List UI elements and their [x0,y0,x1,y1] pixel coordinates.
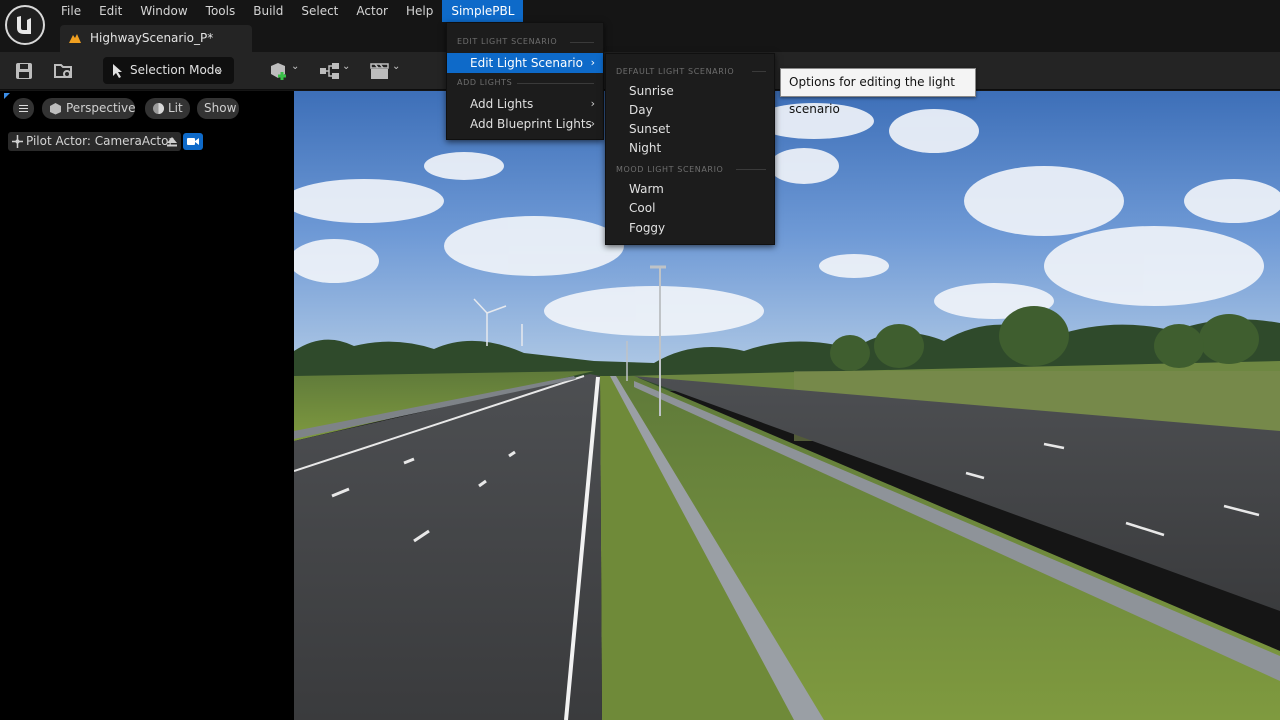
add-actor-icon[interactable] [268,61,290,81]
add-blueprint-lights-label: Add Blueprint Lights [470,117,592,131]
menu-select[interactable]: Select [292,0,347,22]
submenu-item-cool[interactable]: Cool [606,199,774,218]
eject-icon[interactable] [163,132,181,151]
light-scenario-submenu: DEFAULT LIGHT SCENARIO Sunrise Day Sunse… [605,53,775,245]
chevron-right-icon: › [590,117,595,130]
menu-item-add-lights[interactable]: Add Lights › [447,94,603,114]
menu-bar: File Edit Window Tools Build Select Acto… [0,0,1280,52]
cursor-icon [113,64,122,78]
perspective-label: Perspective [66,101,136,115]
camera-lock-button[interactable] [183,133,203,150]
level-viewport[interactable] [294,91,1280,720]
unreal-logo-icon[interactable] [5,5,45,45]
lit-button[interactable]: Lit [145,98,190,119]
header-divider [736,169,766,170]
chevron-right-icon: › [590,97,595,110]
lit-sphere-icon [153,103,164,114]
add-lights-label: Add Lights [470,97,534,111]
pilot-actor-label: Pilot Actor: CameraActor [26,134,174,148]
header-divider [752,71,766,72]
edit-light-scenario-label: Edit Light Scenario [470,56,583,70]
pilot-actor-badge: Pilot Actor: CameraActor [8,132,181,151]
mood-light-scenario-header: MOOD LIGHT SCENARIO [616,165,724,174]
show-button[interactable]: Show [197,98,239,119]
selection-mode-label: Selection Mode [130,63,222,77]
menu-file[interactable]: File [52,0,90,22]
blueprint-icon[interactable] [318,61,342,81]
save-icon[interactable] [13,61,35,81]
lit-label: Lit [168,101,183,115]
menu-actor[interactable]: Actor [347,0,397,22]
menu-help[interactable]: Help [397,0,442,22]
simplepbl-menu: EDIT LIGHT SCENARIO Edit Light Scenario … [446,22,604,140]
viewport-corner-marker [4,93,10,99]
menu-item-edit-light-scenario[interactable]: Edit Light Scenario › [447,53,603,73]
chevron-down-icon[interactable]: ⌄ [291,61,299,72]
video-camera-icon [187,138,199,145]
menu-edit[interactable]: Edit [90,0,131,22]
perspective-button[interactable]: Perspective [42,98,136,119]
submenu-item-day[interactable]: Day [606,101,774,120]
header-divider [570,42,594,43]
tooltip: Options for editing the light scenario [780,68,976,116]
cinematics-icon[interactable] [369,61,391,81]
menu-window[interactable]: Window [131,0,196,22]
menu-simplepbl[interactable]: SimplePBL [442,0,524,22]
edit-light-scenario-header: EDIT LIGHT SCENARIO [457,37,558,46]
main-menu: File Edit Window Tools Build Select Acto… [52,0,524,22]
chevron-down-icon[interactable]: ⌄ [342,61,350,72]
highway-scene-image [294,91,1280,720]
submenu-item-night[interactable]: Night [606,139,774,158]
submenu-item-sunrise[interactable]: Sunrise [606,82,774,101]
chevron-down-icon[interactable]: ⌄ [392,61,400,72]
add-lights-header: ADD LIGHTS [457,78,513,87]
selection-mode-dropdown[interactable]: Selection Mode ⌄ [103,57,234,84]
chevron-down-icon: ⌄ [215,63,225,76]
pilot-icon [12,135,23,148]
cube-icon [50,103,61,115]
show-label: Show [204,101,237,115]
level-tab[interactable]: HighwayScenario_P* [60,25,252,52]
submenu-item-warm[interactable]: Warm [606,180,774,199]
viewport-options-button[interactable] [13,98,34,119]
level-icon [69,34,81,43]
content-browser-icon[interactable] [53,61,75,81]
default-light-scenario-header: DEFAULT LIGHT SCENARIO [616,67,735,76]
viewport-left-panel: Perspective Lit Show Pilot Actor: Camera… [0,91,294,720]
submenu-item-sunset[interactable]: Sunset [606,120,774,139]
level-tab-label: HighwayScenario_P* [90,31,214,45]
menu-tools[interactable]: Tools [197,0,245,22]
menu-item-add-blueprint-lights[interactable]: Add Blueprint Lights › [447,114,603,134]
submenu-item-foggy[interactable]: Foggy [606,219,774,238]
chevron-right-icon: › [590,56,595,69]
menu-build[interactable]: Build [244,0,292,22]
header-divider [517,83,594,84]
